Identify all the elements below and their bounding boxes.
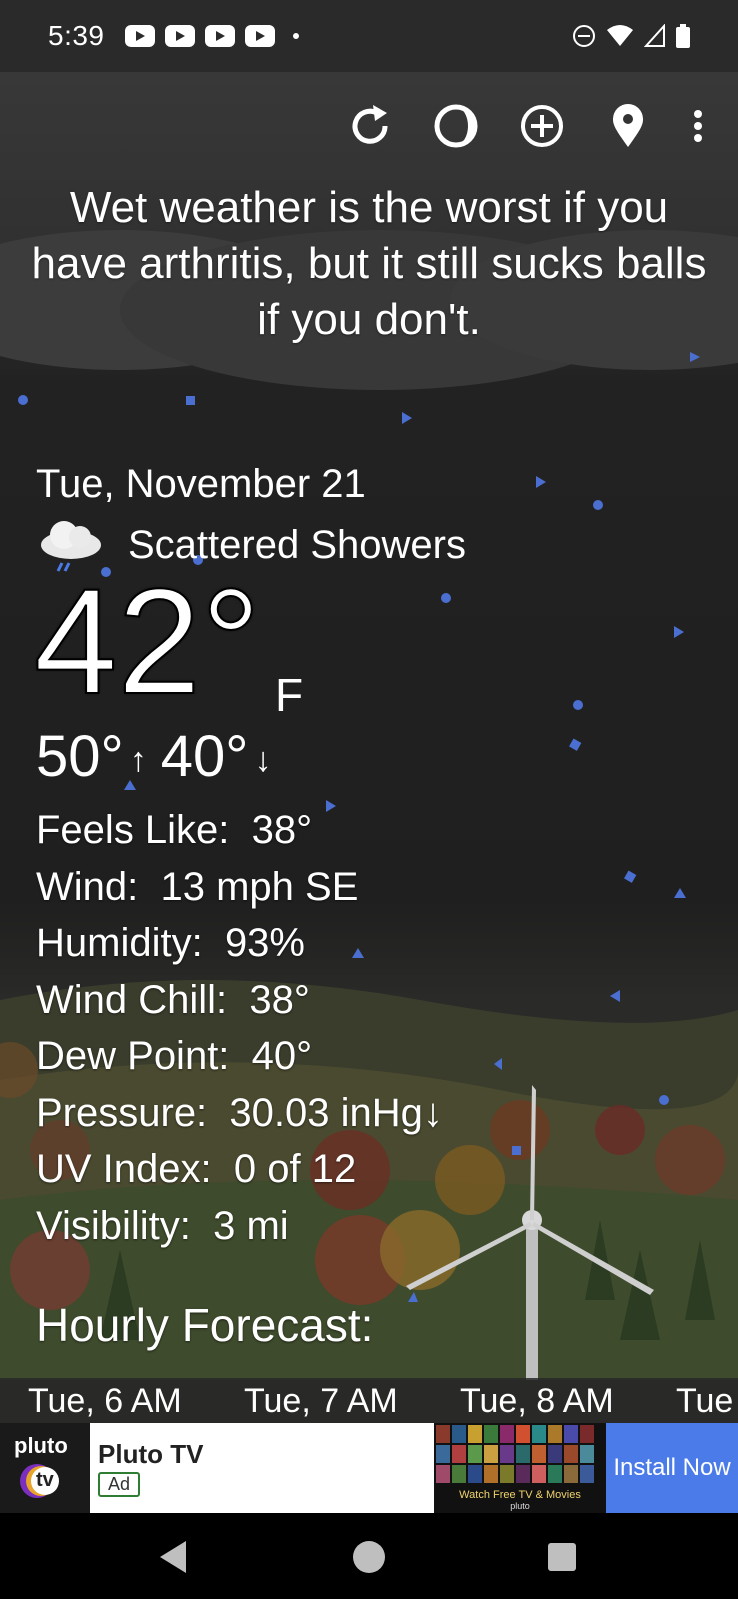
refresh-icon bbox=[352, 105, 388, 144]
more-vert-icon bbox=[694, 110, 702, 142]
ad-image[interactable]: Watch Free TV & Movies pluto bbox=[434, 1423, 606, 1513]
more-options-button[interactable] bbox=[686, 98, 710, 154]
ad-image-sub: pluto bbox=[510, 1501, 530, 1511]
add-location-button[interactable] bbox=[514, 98, 570, 154]
ad-title: Pluto TV bbox=[98, 1439, 204, 1469]
low-temperature: 40° bbox=[160, 724, 249, 789]
temperature-unit: F bbox=[275, 669, 304, 721]
youtube-icon bbox=[164, 25, 195, 47]
detail-feels-like: Feels Like: 38° bbox=[36, 808, 313, 852]
wifi-icon bbox=[607, 25, 633, 46]
detail-humidity: Humidity: 93% bbox=[36, 921, 305, 965]
forecast-date: Tue, November 21 bbox=[36, 462, 366, 506]
battery-icon bbox=[676, 24, 690, 48]
hourly-item-label[interactable]: Tue, 8 AM bbox=[460, 1382, 614, 1421]
status-right-icons bbox=[572, 24, 690, 48]
detail-wind: Wind: 13 mph SE bbox=[36, 864, 359, 909]
youtube-icon bbox=[124, 25, 155, 47]
add-location-icon bbox=[521, 105, 563, 147]
pluto-tv-logo: pluto tv bbox=[0, 1423, 90, 1513]
ad-logo-sub: tv bbox=[36, 1469, 54, 1491]
high-temperature: 50° bbox=[36, 724, 124, 789]
recents-icon[interactable] bbox=[540, 1535, 584, 1579]
ad-image-caption: Watch Free TV & Movies bbox=[459, 1489, 581, 1501]
toolbar bbox=[312, 98, 710, 154]
more-notifications-dot-icon bbox=[292, 33, 299, 39]
detail-dew-point: Dew Point: 40° bbox=[36, 1034, 313, 1078]
hourly-forecast-title: Hourly Forecast: bbox=[36, 1299, 374, 1351]
hourly-item-label[interactable]: Tue bbox=[676, 1382, 733, 1421]
weather-details: Feels Like: 38° Wind: 13 mph SE Humidity… bbox=[36, 802, 443, 1254]
high-low-row: 50° ↑ 40° ↓ bbox=[36, 723, 285, 790]
location-pin-icon bbox=[613, 104, 643, 147]
detail-visibility: Visibility: 3 mi bbox=[36, 1203, 289, 1248]
ad-banner[interactable]: pluto tv Pluto TV Ad Watch Free TV & Mov… bbox=[0, 1423, 738, 1513]
arrow-down-icon: ↓ bbox=[254, 741, 272, 779]
signal-icon bbox=[644, 24, 665, 47]
ad-badge: Ad bbox=[98, 1472, 141, 1497]
location-button[interactable] bbox=[600, 98, 656, 154]
youtube-icon bbox=[244, 25, 275, 47]
status-bar: 5:39 bbox=[0, 0, 738, 72]
back-icon[interactable] bbox=[152, 1535, 196, 1579]
detail-pressure: Pressure: 30.03 inHg↓ bbox=[36, 1090, 443, 1135]
arrow-up-icon: ↑ bbox=[129, 741, 147, 779]
ad-logo-text: pluto bbox=[14, 1433, 68, 1458]
install-now-button[interactable]: Install Now bbox=[606, 1423, 738, 1513]
detail-uv-index: UV Index: 0 of 12 bbox=[36, 1147, 357, 1191]
current-temperature: 42° bbox=[33, 557, 262, 725]
do-not-disturb-icon bbox=[573, 25, 595, 47]
youtube-icon bbox=[204, 25, 235, 47]
ad-body[interactable]: Pluto TV Ad bbox=[90, 1423, 434, 1513]
hourly-forecast-strip[interactable]: Tue, 6 AM Tue, 7 AM Tue, 8 AM Tue bbox=[0, 1378, 738, 1423]
weather-quote: Wet weather is the worst if you have art… bbox=[31, 183, 707, 344]
refresh-button[interactable] bbox=[342, 98, 398, 154]
home-icon[interactable] bbox=[347, 1535, 391, 1579]
detail-wind-chill: Wind Chill: 38° bbox=[36, 977, 310, 1022]
navigation-bar bbox=[0, 1513, 738, 1599]
theme-button[interactable] bbox=[428, 98, 484, 154]
hourly-item-label[interactable]: Tue, 6 AM bbox=[28, 1382, 182, 1421]
status-time: 5:39 bbox=[48, 20, 105, 51]
hourly-item-label[interactable]: Tue, 7 AM bbox=[244, 1382, 398, 1421]
theme-icon bbox=[434, 104, 478, 148]
ad-poster-grid bbox=[436, 1425, 594, 1483]
